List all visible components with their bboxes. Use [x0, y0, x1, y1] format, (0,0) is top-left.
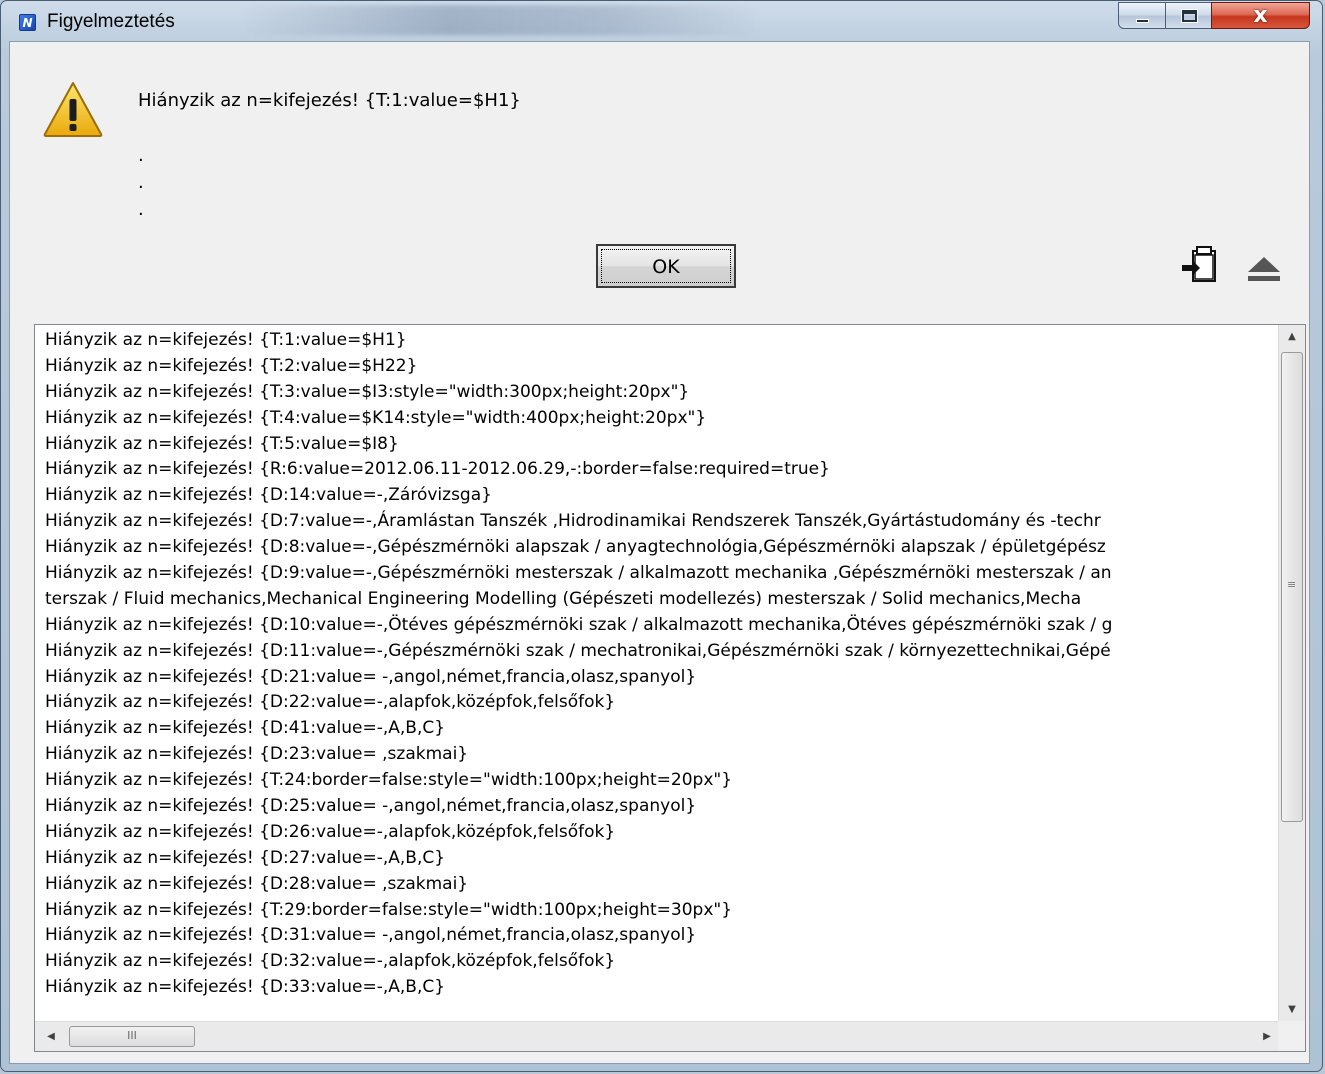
log-line: Hiányzik az n=kifejezés! {T:4:value=$K14…: [45, 407, 707, 428]
log-line: Hiányzik az n=kifejezés! {D:32:value=-,a…: [45, 951, 616, 972]
log-line: Hiányzik az n=kifejezés! {D:8:value=-,Gé…: [45, 537, 1106, 558]
vertical-scroll-thumb[interactable]: ≡: [1281, 352, 1303, 822]
dialog-window: N Figyelmeztetés x Hiányzik az n=kifejez…: [0, 0, 1323, 1072]
log-line: Hiányzik az n=kifejezés! {T:5:value=$I8}: [45, 433, 399, 454]
warning-message: Hiányzik az n=kifejezés! {T:1:value=$H1}: [138, 90, 521, 111]
minimize-icon: [1136, 19, 1149, 23]
log-line: Hiányzik az n=kifejezés! {D:22:value=-,a…: [45, 692, 616, 713]
vertical-grip-icon: ≡: [1287, 578, 1297, 591]
copy-to-clipboard-icon[interactable]: [1180, 245, 1220, 287]
log-line: Hiányzik az n=kifejezés! {D:31:value= -,…: [45, 925, 697, 946]
scroll-right-icon[interactable]: ▶: [1255, 1022, 1279, 1051]
scrollbar-corner: [1278, 1021, 1305, 1051]
log-line: Hiányzik az n=kifejezés! {T:1:value=$H1}: [45, 330, 407, 350]
log-line: Hiányzik az n=kifejezés! {D:27:value=-,A…: [45, 847, 446, 868]
scroll-left-icon[interactable]: ◀: [39, 1022, 63, 1051]
log-line: Hiányzik az n=kifejezés! {D:21:value= -,…: [45, 666, 697, 687]
close-icon: x: [1253, 3, 1268, 28]
log-line: Hiányzik az n=kifejezés! {T:3:value=$I3:…: [45, 381, 690, 402]
ellipsis: . . .: [138, 145, 144, 220]
log-line: Hiányzik az n=kifejezés! {D:10:value=-,Ö…: [45, 614, 1113, 635]
log-line: Hiányzik az n=kifejezés! {T:29:border=fa…: [45, 899, 733, 920]
warning-icon: [43, 82, 103, 137]
log-line: Hiányzik az n=kifejezés! {D:33:value=-,A…: [45, 977, 446, 998]
log-line: Hiányzik az n=kifejezés! {D:26:value=-,a…: [45, 821, 616, 842]
scroll-up-icon[interactable]: ▲: [1279, 325, 1305, 349]
minimize-button[interactable]: [1118, 2, 1166, 29]
log-line: Hiányzik az n=kifejezés! {D:23:value= ,s…: [45, 744, 469, 765]
message-log[interactable]: Hiányzik az n=kifejezés! {T:1:value=$H1}…: [34, 324, 1306, 1052]
eject-icon[interactable]: [1246, 254, 1282, 284]
log-line: Hiányzik az n=kifejezés! {R:6:value=2012…: [45, 459, 830, 480]
horizontal-scrollbar[interactable]: ◀ III ▶: [35, 1021, 1279, 1051]
log-line: terszak / Fluid mechanics,Mechanical Eng…: [45, 588, 1082, 609]
log-line: Hiányzik az n=kifejezés! {T:2:value=$H22…: [45, 355, 418, 376]
log-line: Hiányzik az n=kifejezés! {T:24:border=fa…: [45, 770, 733, 791]
log-lines: Hiányzik az n=kifejezés! {T:1:value=$H1}…: [45, 328, 1263, 1018]
log-line: Hiányzik az n=kifejezés! {D:9:value=-,Gé…: [45, 563, 1112, 584]
vertical-scrollbar[interactable]: ▲ ≡ ▼: [1278, 325, 1305, 1022]
log-line: Hiányzik az n=kifejezés! {D:25:value= -,…: [45, 796, 697, 817]
log-line: Hiányzik az n=kifejezés! {D:28:value= ,s…: [45, 873, 469, 894]
scroll-down-icon[interactable]: ▼: [1279, 998, 1305, 1022]
log-line: Hiányzik az n=kifejezés! {D:41:value=-,A…: [45, 718, 446, 739]
log-line: Hiányzik az n=kifejezés! {D:11:value=-,G…: [45, 640, 1111, 661]
horizontal-scroll-thumb[interactable]: III: [69, 1026, 195, 1047]
log-line: Hiányzik az n=kifejezés! {D:7:value=-,Ár…: [45, 511, 1101, 532]
window-title: Figyelmeztetés: [47, 11, 175, 32]
ok-button[interactable]: OK: [596, 244, 736, 288]
maximize-button[interactable]: [1165, 2, 1212, 29]
close-button[interactable]: x: [1211, 2, 1310, 29]
title-bar[interactable]: N Figyelmeztetés x: [1, 1, 1322, 41]
app-icon: N: [19, 14, 36, 31]
ok-button-label: OK: [601, 249, 731, 283]
log-line: Hiányzik az n=kifejezés! {D:14:value=-,Z…: [45, 485, 492, 506]
maximize-icon: [1181, 9, 1198, 23]
dialog-body: Hiányzik az n=kifejezés! {T:1:value=$H1}…: [9, 41, 1310, 1064]
